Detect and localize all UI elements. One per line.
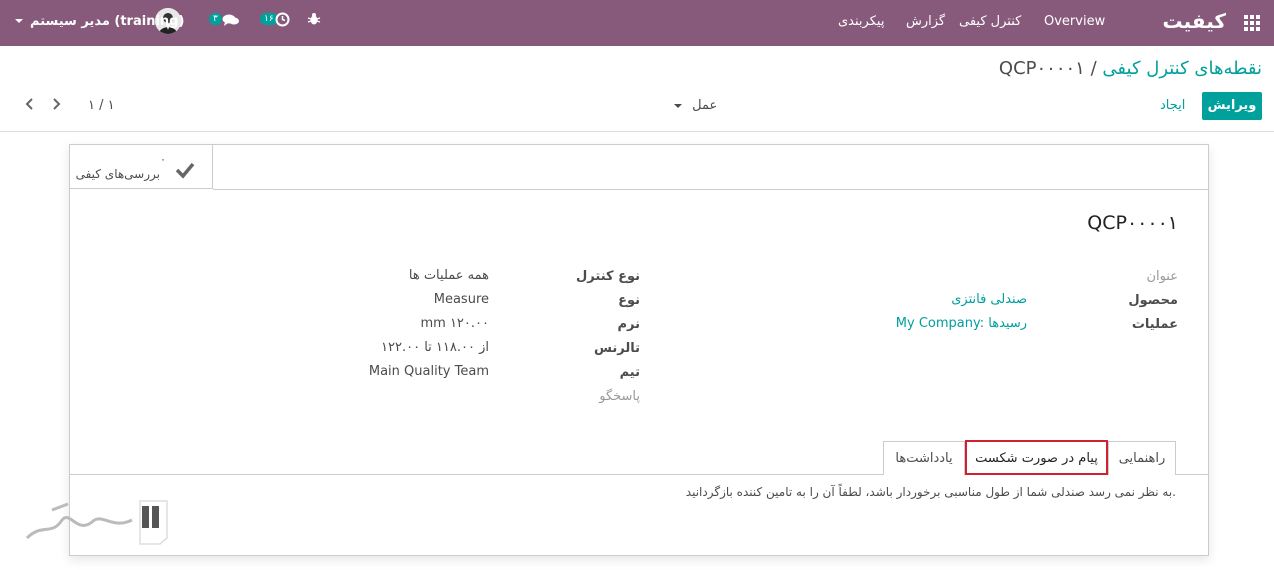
field-value-type: Measure xyxy=(433,292,489,307)
field-label-control-type: نوع کنترل xyxy=(576,269,640,284)
watermark-logo-mark xyxy=(25,500,168,545)
menu-overview[interactable]: Overview xyxy=(1044,14,1105,29)
stat-button-divider xyxy=(213,189,1208,190)
breadcrumb-parent[interactable]: نقطه‌های کنترل کیفی xyxy=(1102,58,1262,79)
action-dropdown[interactable]: عمل xyxy=(674,98,717,113)
tab-failure-message[interactable]: پیام در صورت شکست xyxy=(965,440,1108,475)
app-brand[interactable]: کیفیت xyxy=(1162,9,1226,33)
clock-icon xyxy=(275,12,290,27)
create-button[interactable]: ایجاد xyxy=(1160,98,1185,113)
field-value-team: Main Quality Team xyxy=(368,364,489,379)
field-label-tolerance: تالرنس xyxy=(594,341,640,356)
menu-reporting[interactable]: گزارش xyxy=(906,14,945,29)
quality-checks-stat-button[interactable]: ۰ بررسی‌های کیفی xyxy=(70,145,213,189)
field-label-team: تیم xyxy=(619,365,640,380)
top-navbar: کیفیت Overview کنترل کیفی گزارش پیکربندی… xyxy=(0,0,1274,46)
breadcrumb: نقطه‌های کنترل کیفی / QCP۰۰۰۰۱ xyxy=(999,58,1262,79)
tab-notes[interactable]: یادداشت‌ها xyxy=(883,441,965,475)
tab-instructions[interactable]: راهنمایی xyxy=(1108,441,1176,475)
user-menu-label[interactable]: مدیر سیستم (training) xyxy=(30,14,184,29)
edit-button[interactable]: ویرایش xyxy=(1202,92,1262,120)
field-value-operations[interactable]: My Company: رسیدها xyxy=(896,316,1027,331)
action-label: عمل xyxy=(692,98,718,113)
activity-menu[interactable]: ۱۶ xyxy=(258,10,292,30)
chat-icon xyxy=(222,14,239,26)
messages-badge: ۳ xyxy=(209,13,222,25)
apps-grid-icon[interactable] xyxy=(1244,15,1262,31)
breadcrumb-current: QCP۰۰۰۰۱ xyxy=(998,58,1085,79)
field-label-norm: نرم xyxy=(617,317,641,332)
field-value-tolerance: از ۱۱۸.۰۰ تا ۱۲۲.۰۰ xyxy=(381,340,489,355)
failure-message-text: به نظر نمی رسد صندلی شما از طول مناسبی ب… xyxy=(685,485,1176,499)
user-caret-icon[interactable] xyxy=(15,19,23,23)
quality-checks-count: ۰ xyxy=(160,153,166,166)
field-label-responsible: پاسخگو xyxy=(599,389,640,404)
breadcrumb-separator: / xyxy=(1090,58,1097,79)
notebook-tabs: راهنمایی پیام در صورت شکست یادداشت‌ها xyxy=(70,440,1208,475)
next-record-icon[interactable] xyxy=(48,96,64,112)
field-label-type: نوع xyxy=(618,293,640,308)
pager-value[interactable]: ۱ / ۱ xyxy=(88,98,115,113)
messaging-menu[interactable]: ۳ xyxy=(207,10,241,30)
field-label-product: محصول xyxy=(1128,293,1178,308)
menu-quality-control[interactable]: کنترل کیفی xyxy=(959,14,1021,29)
control-panel: نقطه‌های کنترل کیفی / QCP۰۰۰۰۱ ویرایش ای… xyxy=(0,46,1274,132)
menu-configuration[interactable]: پیکربندی xyxy=(838,14,884,29)
field-label-title: عنوان xyxy=(1146,269,1178,284)
record-title: QCP۰۰۰۰۱ xyxy=(1087,212,1178,234)
chevron-down-icon xyxy=(674,103,682,108)
watermark-logo xyxy=(22,498,172,548)
quality-checks-label: بررسی‌های کیفی xyxy=(75,167,160,181)
previous-record-icon[interactable] xyxy=(22,96,38,112)
field-label-operations: عملیات xyxy=(1131,317,1178,332)
field-value-control-type: همه عملیات ها xyxy=(408,268,489,283)
field-value-norm: mm ۱۲۰.۰۰ xyxy=(420,316,489,331)
bug-icon[interactable] xyxy=(307,12,321,26)
field-value-product[interactable]: صندلی فانتزی xyxy=(951,292,1027,307)
check-icon xyxy=(175,162,195,179)
form-sheet: ۰ بررسی‌های کیفی QCP۰۰۰۰۱ عنوان محصول صن… xyxy=(69,144,1209,556)
